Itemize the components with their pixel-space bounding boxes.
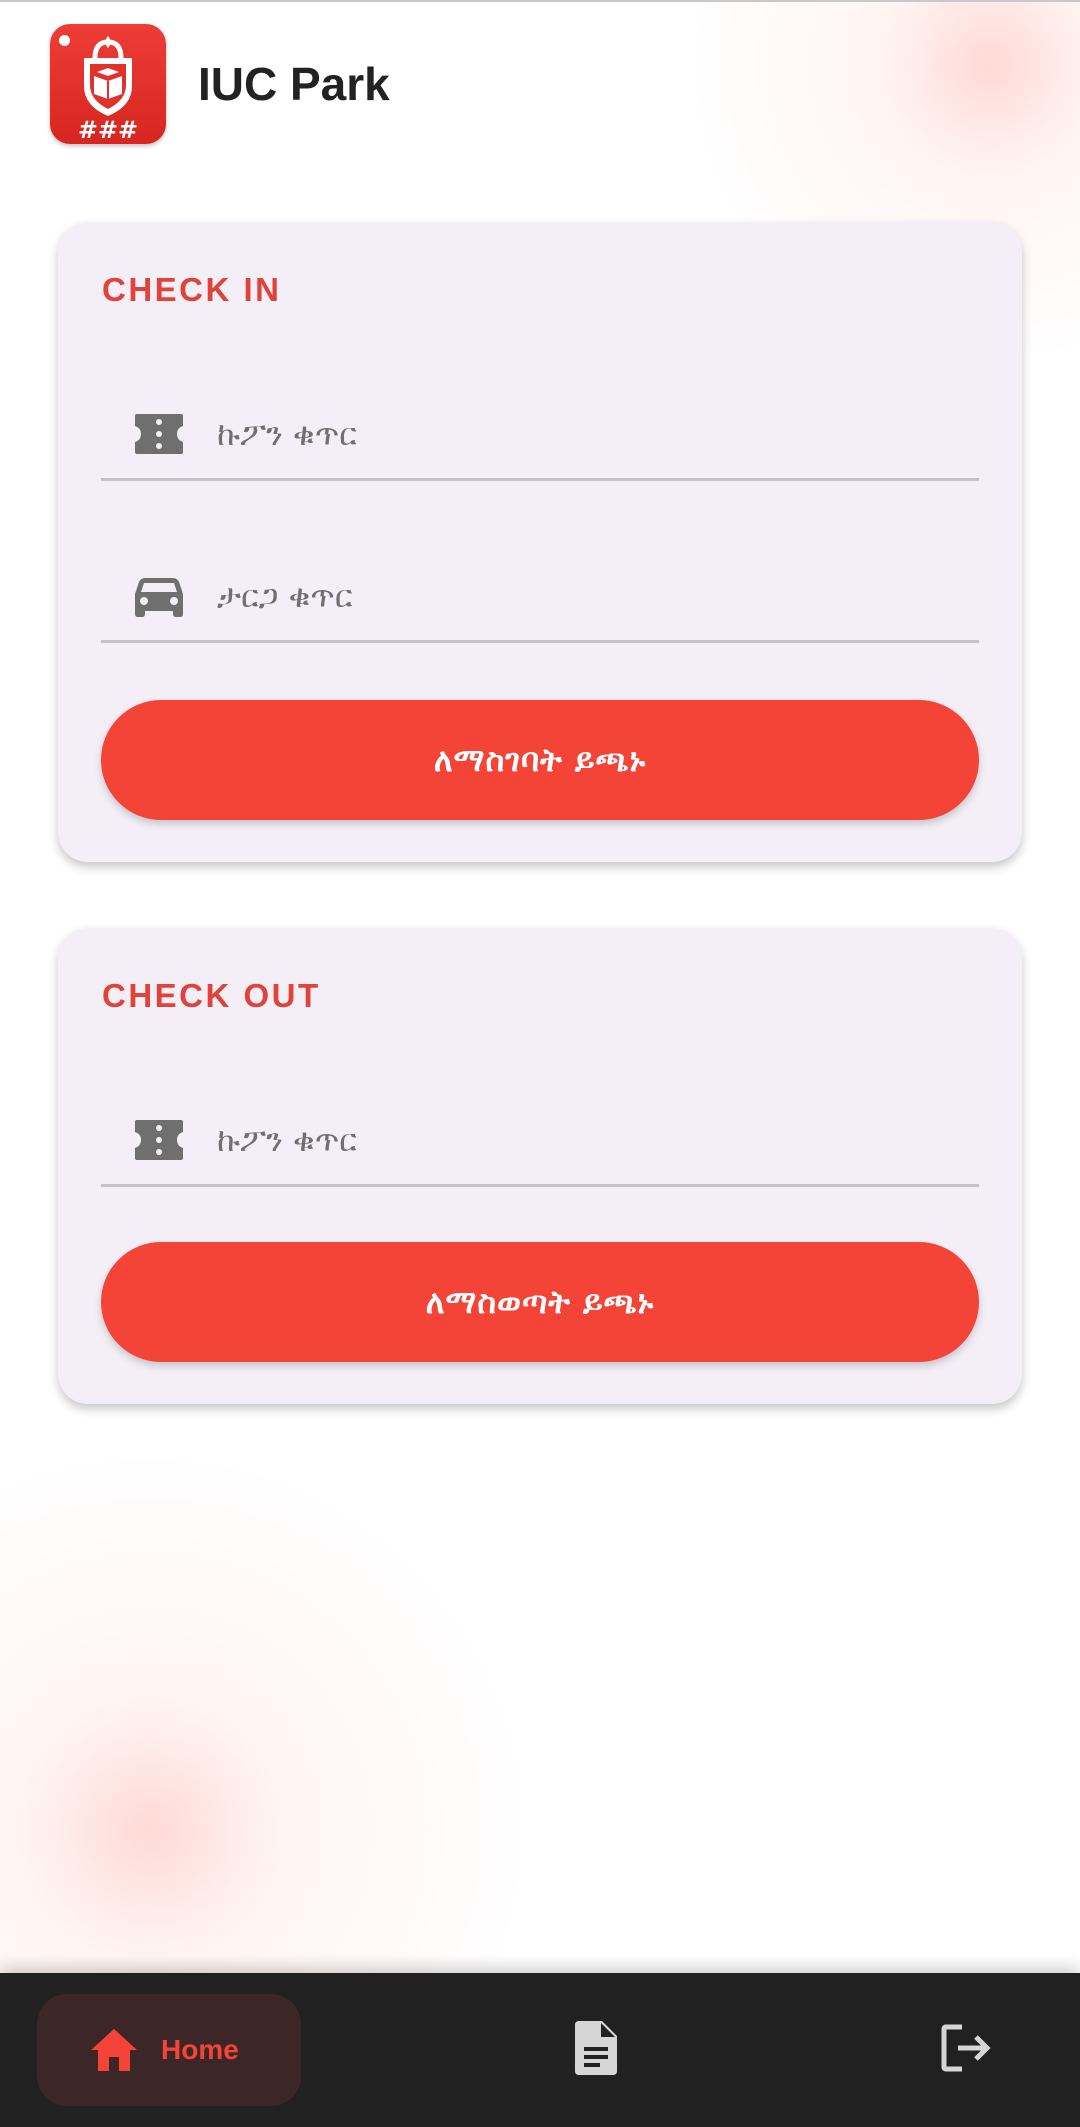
nav-home-label: Home bbox=[161, 2034, 239, 2065]
shield-lock-book-icon: ### bbox=[78, 36, 138, 144]
car-icon bbox=[135, 578, 183, 617]
check-in-card: CHECK IN ለማስገባት ይጫኑ bbox=[58, 222, 1022, 862]
logout-icon bbox=[941, 2024, 991, 2072]
check-in-coupon-input[interactable] bbox=[217, 406, 957, 462]
check-out-coupon-input[interactable] bbox=[217, 1112, 957, 1168]
app-logo: ### bbox=[50, 24, 166, 144]
app-screen: ### IUC Park CHECK IN ለማስገባት bbox=[0, 0, 1080, 2127]
ticket-icon bbox=[135, 1120, 183, 1160]
nav-item-logout[interactable] bbox=[928, 2017, 1000, 2081]
nav-item-home[interactable]: Home bbox=[37, 1994, 301, 2106]
check-in-title: CHECK IN bbox=[102, 271, 282, 308]
nav-item-documents[interactable] bbox=[560, 2017, 632, 2081]
logo-text: ### bbox=[78, 116, 138, 144]
check-out-title: CHECK OUT bbox=[102, 977, 321, 1014]
app-title: IUC Park bbox=[198, 58, 390, 110]
document-icon bbox=[575, 2021, 617, 2075]
check-out-button[interactable]: ለማስወጣት ይጫኑ bbox=[101, 1242, 979, 1362]
app-header: ### IUC Park bbox=[0, 0, 1080, 170]
check-in-coupon-field[interactable] bbox=[101, 370, 979, 481]
check-in-button[interactable]: ለማስገባት ይጫኑ bbox=[101, 700, 979, 820]
ticket-icon bbox=[135, 414, 183, 454]
check-out-card: CHECK OUT ለማስወጣት ይጫኑ bbox=[58, 928, 1022, 1404]
bottom-navigation: Home bbox=[0, 1973, 1080, 2127]
check-in-plate-input[interactable] bbox=[217, 568, 957, 624]
home-icon bbox=[91, 2029, 137, 2071]
check-in-plate-field[interactable] bbox=[101, 532, 979, 643]
check-out-coupon-field[interactable] bbox=[101, 1076, 979, 1187]
